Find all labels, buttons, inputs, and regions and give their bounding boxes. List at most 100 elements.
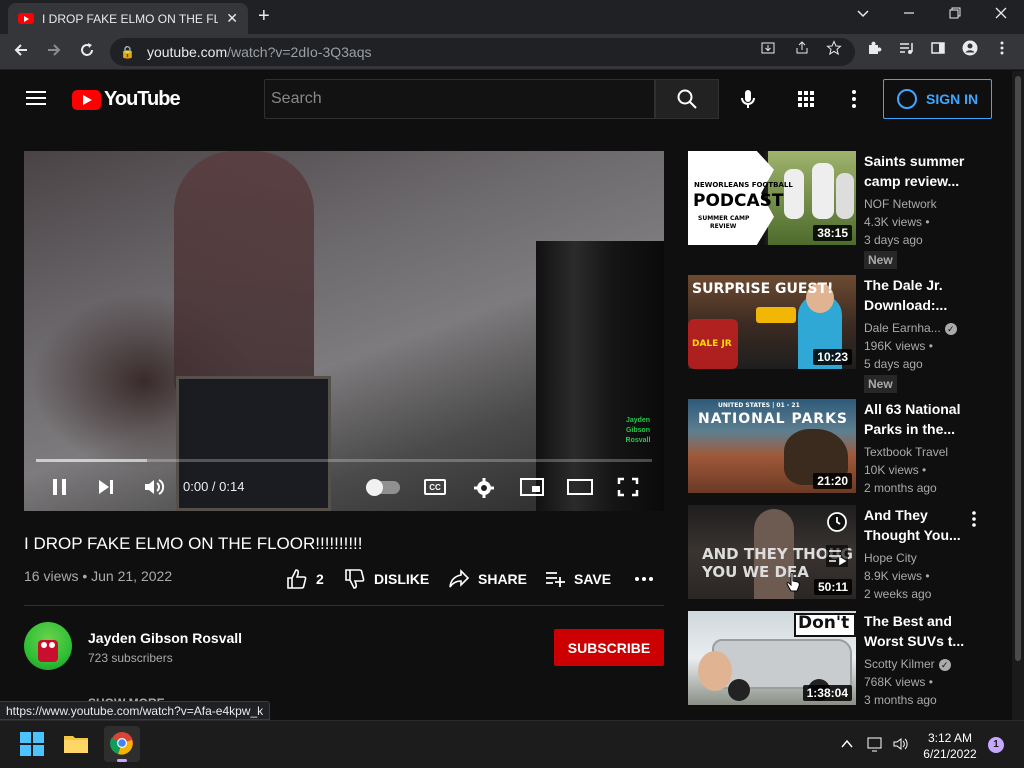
reload-icon[interactable] [78, 41, 96, 64]
microphone-icon [741, 90, 755, 108]
recommendation-title[interactable]: All 63 National Parks in the... [864, 399, 976, 439]
sign-in-button[interactable]: SIGN IN [883, 79, 992, 119]
like-button[interactable]: 2 [286, 568, 324, 590]
recommendation-item[interactable]: NEWORLEANS FOOTBALL PODCAST SUMMER CAMP … [688, 151, 1008, 269]
more-options-icon[interactable] [970, 509, 978, 534]
menu-icon[interactable] [26, 91, 46, 105]
recommendation-item[interactable]: Don't 1:38:04 The Best and Worst SUVs t.… [688, 611, 1008, 707]
page-scrollbar[interactable] [1012, 71, 1024, 720]
next-video-icon[interactable] [96, 477, 116, 502]
subscribe-button[interactable]: SUBSCRIBE [554, 629, 664, 666]
video-duration: 21:20 [813, 473, 852, 489]
search-input[interactable]: Search [264, 79, 655, 119]
settings-gear-icon[interactable] [473, 477, 495, 504]
url-path: /watch?v=2dIo-3Q3aqs [227, 44, 372, 60]
video-thumbnail[interactable]: NEWORLEANS FOOTBALL PODCAST SUMMER CAMP … [688, 151, 856, 245]
extensions-icon[interactable] [866, 40, 882, 59]
system-clock[interactable]: 3:12 AM 6/21/2022 [918, 730, 982, 762]
video-thumbnail[interactable]: UNITED STATES | 01 - 21 NATIONAL PARKS 2… [688, 399, 856, 493]
recommendation-views: 10K views • [864, 463, 927, 477]
notification-badge[interactable]: 1 [988, 737, 1004, 753]
install-app-icon[interactable] [760, 40, 776, 59]
tab-close-icon[interactable]: ✕ [226, 10, 238, 27]
channel-name[interactable]: Jayden Gibson Rosvall [88, 630, 242, 646]
share-button[interactable]: SHARE [448, 568, 527, 590]
dislike-label: DISLIKE [374, 571, 430, 587]
recommendation-item[interactable]: UNITED STATES | 01 - 21 NATIONAL PARKS 2… [688, 399, 1008, 495]
recommendation-views: 768K views • [864, 675, 933, 689]
recommendation-age: 5 days ago [864, 357, 923, 371]
tab-title: I DROP FAKE ELMO ON THE FLOOR [42, 11, 219, 26]
recommendation-age: 2 months ago [864, 481, 937, 495]
more-actions-icon[interactable] [634, 568, 654, 588]
youtube-favicon-icon [18, 13, 34, 24]
network-icon[interactable] [866, 735, 884, 758]
media-control-icon[interactable] [898, 40, 914, 59]
recommendation-channel: Hope City [864, 551, 917, 565]
search-button[interactable] [655, 79, 719, 119]
youtube-logo[interactable]: YouTube [72, 88, 181, 111]
fullscreen-icon[interactable] [617, 477, 639, 502]
profile-icon[interactable] [962, 40, 978, 59]
dislike-button[interactable]: DISLIKE [344, 568, 429, 590]
thumbs-up-icon [287, 569, 307, 589]
autoplay-toggle[interactable] [366, 479, 400, 496]
recommendation-title[interactable]: The Best and Worst SUVs t... [864, 611, 976, 651]
chrome-taskbar-icon[interactable] [104, 726, 140, 762]
account-icon [897, 89, 917, 109]
progress-bar[interactable] [36, 459, 652, 462]
settings-more-icon[interactable] [846, 87, 862, 116]
save-button[interactable]: SAVE [544, 568, 611, 590]
new-badge: New [864, 375, 897, 393]
lock-icon[interactable]: 🔒 [120, 45, 135, 59]
browser-tab[interactable]: I DROP FAKE ELMO ON THE FLOOR ✕ [8, 3, 248, 34]
chrome-menu-icon[interactable] [994, 40, 1010, 59]
recommendation-meta: NOF Network 4.3K views • 3 days ago New [864, 195, 984, 269]
video-player[interactable]: Jayden Gibson Rosvall 0:00 / 0:14 CC [24, 151, 664, 511]
new-tab-icon[interactable]: + [258, 5, 270, 28]
recommendation-title[interactable]: And They Thought You... [864, 505, 976, 545]
captions-icon[interactable]: CC [424, 479, 446, 495]
video-thumbnail[interactable]: AND THEY THOUG YOU WE DEA 50:11 [688, 505, 856, 599]
video-title: I DROP FAKE ELMO ON THE FLOOR!!!!!!!!!! [24, 534, 363, 553]
apps-grid-icon[interactable] [796, 89, 816, 114]
share-page-icon[interactable] [794, 40, 810, 59]
file-explorer-icon[interactable] [62, 730, 92, 760]
youtube-header: YouTube Search SIGN IN [0, 71, 1012, 127]
restore-icon[interactable] [948, 6, 962, 23]
address-bar[interactable]: 🔒 youtube.com/watch?v=2dIo-3Q3aqs [110, 38, 855, 66]
pause-icon[interactable] [50, 477, 70, 502]
miniplayer-icon[interactable] [520, 477, 544, 502]
back-icon[interactable] [12, 41, 30, 64]
theater-mode-icon[interactable] [567, 477, 593, 502]
recommendation-views: 4.3K views • [864, 215, 930, 229]
show-hidden-icons-icon[interactable] [840, 737, 854, 756]
watch-later-icon[interactable] [826, 511, 848, 538]
side-panel-icon[interactable] [930, 40, 946, 59]
verified-icon: ✓ [938, 658, 951, 671]
minimize-icon[interactable] [902, 6, 916, 23]
volume-tray-icon[interactable] [892, 735, 910, 758]
recommendation-meta: Dale Earnha... ✓ 196K views • 5 days ago … [864, 319, 984, 393]
recommendation-title[interactable]: Saints summer camp review... [864, 151, 976, 191]
like-count: 2 [316, 571, 324, 587]
channel-avatar[interactable] [24, 622, 72, 670]
clock-date: 6/21/2022 [923, 747, 977, 761]
video-duration: 1:38:04 [802, 685, 852, 701]
voice-search-button[interactable] [730, 81, 766, 117]
forward-icon[interactable] [45, 41, 63, 64]
tab-search-icon[interactable] [856, 6, 870, 23]
bookmark-star-icon[interactable] [826, 40, 842, 59]
recommendation-views: 8.9K views • [864, 569, 930, 583]
recommendation-item[interactable]: AND THEY THOUG YOU WE DEA 50:11 And They… [688, 505, 1008, 601]
recommendation-channel: NOF Network [864, 197, 937, 211]
video-thumbnail[interactable]: SURPRISE GUEST! DALE JR 10:23 [688, 275, 856, 369]
recommendation-title[interactable]: The Dale Jr. Download:... [864, 275, 976, 315]
browser-titlebar: I DROP FAKE ELMO ON THE FLOOR ✕ + [0, 0, 1024, 34]
video-thumbnail[interactable]: Don't 1:38:04 [688, 611, 856, 705]
window-close-icon[interactable] [994, 6, 1008, 23]
volume-icon[interactable] [143, 477, 165, 502]
add-to-queue-icon[interactable] [826, 545, 848, 572]
windows-start-icon[interactable] [18, 730, 48, 760]
recommendation-item[interactable]: SURPRISE GUEST! DALE JR 10:23 The Dale J… [688, 275, 1008, 393]
